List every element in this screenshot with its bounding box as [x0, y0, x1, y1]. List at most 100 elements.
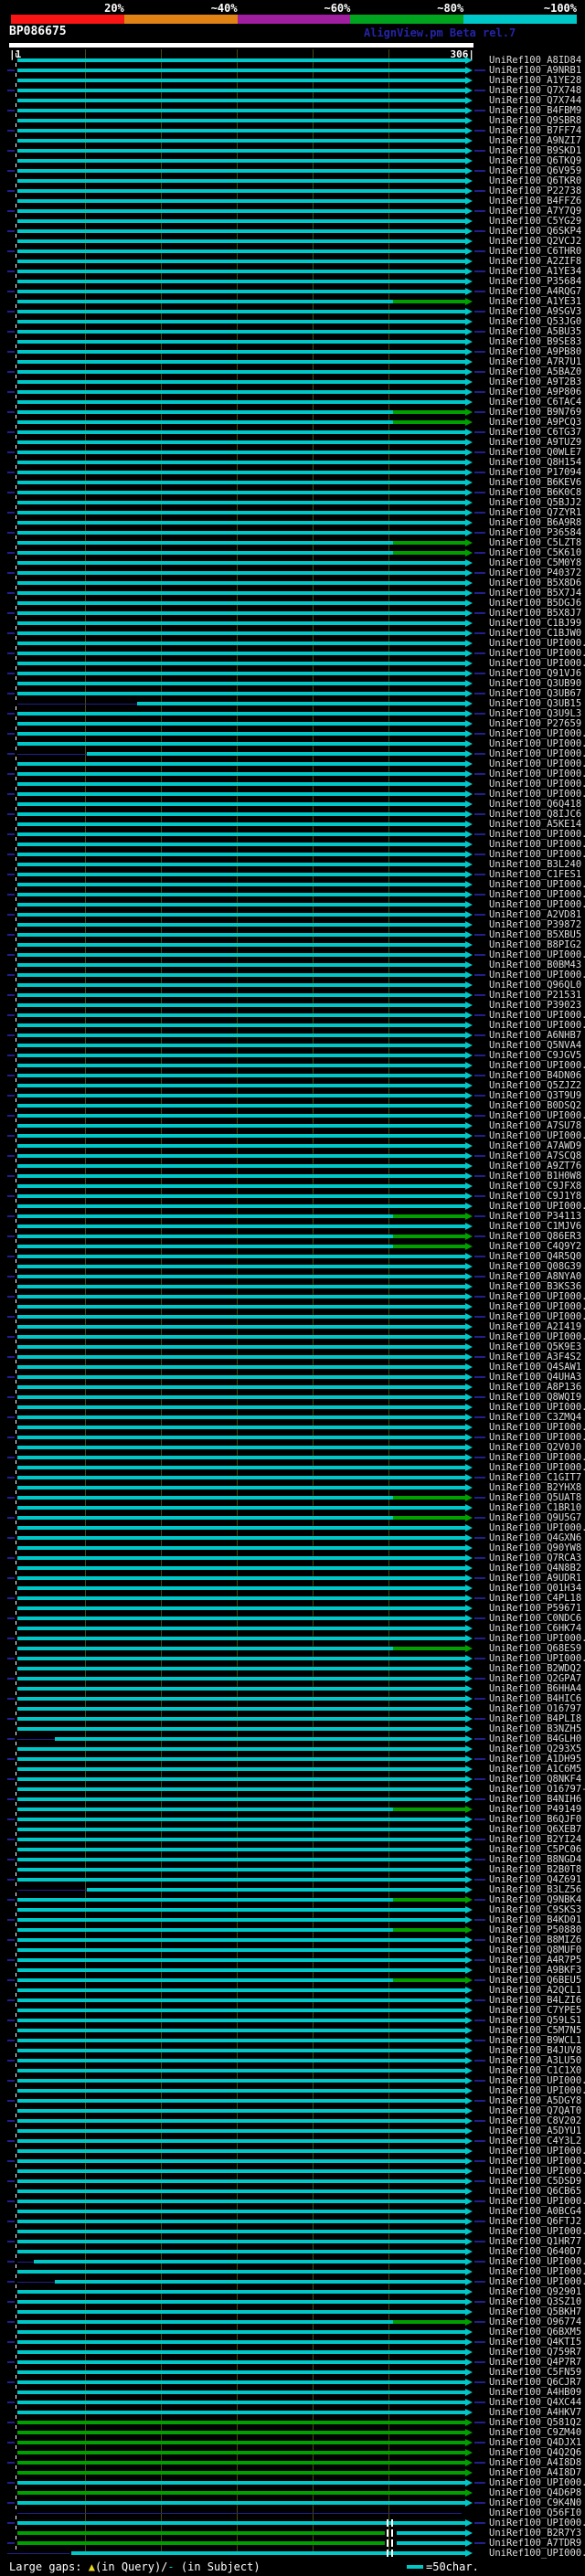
subject-label[interactable]: UniRef100_A5DYU1 — [489, 2126, 585, 2136]
subject-label[interactable]: UniRef100_UPI000.. — [489, 2277, 585, 2287]
hit-bar[interactable] — [17, 2159, 465, 2163]
subject-label[interactable]: UniRef100_B8NGD4 — [489, 1855, 585, 1865]
hit-arrow-icon[interactable] — [465, 318, 473, 325]
hit-bar[interactable] — [17, 903, 465, 906]
hit-arrow-icon[interactable] — [465, 1132, 473, 1140]
hit-bar[interactable] — [17, 1476, 465, 1479]
subject-label[interactable]: UniRef100_A5KE14 — [489, 820, 585, 830]
hit-bar[interactable] — [17, 461, 465, 464]
subject-label[interactable]: UniRef100_C1MJV6 — [489, 1222, 585, 1232]
subject-label[interactable]: UniRef100_Q53JG0 — [489, 317, 585, 327]
hit-bar[interactable] — [17, 1154, 465, 1158]
hit-bar[interactable] — [17, 400, 465, 404]
hit-bar[interactable] — [17, 2491, 465, 2495]
subject-label[interactable]: UniRef100_A9PB80 — [489, 347, 585, 357]
hit-arrow-icon[interactable] — [465, 660, 473, 667]
subject-label[interactable]: UniRef100_Q92901 — [489, 2287, 585, 2297]
hit-bar[interactable] — [17, 2069, 465, 2072]
subject-label[interactable]: UniRef100_Q4N8B2 — [489, 1564, 585, 1574]
subject-label[interactable]: UniRef100_UPI000.. — [489, 850, 585, 860]
hit-bar[interactable] — [17, 682, 465, 685]
hit-arrow-icon[interactable] — [465, 1956, 473, 1964]
subject-label[interactable]: UniRef100_UPI000.. — [489, 840, 585, 850]
hit-bar[interactable] — [17, 993, 465, 997]
subject-label[interactable]: UniRef100_A1DH95 — [489, 1754, 585, 1765]
hit-arrow-icon[interactable] — [465, 2328, 473, 2336]
hit-arrow-icon[interactable] — [465, 2369, 473, 2376]
hit-bar[interactable] — [17, 2019, 465, 2022]
subject-label[interactable]: UniRef100_A2VD81 — [489, 910, 585, 920]
hit-bar[interactable] — [17, 1054, 465, 1057]
subject-label[interactable]: UniRef100_A9T2B3 — [489, 377, 585, 387]
subject-label[interactable]: UniRef100_Q3UB67 — [489, 689, 585, 699]
hit-arrow-icon[interactable] — [465, 1735, 473, 1743]
subject-label[interactable]: UniRef100_P49149 — [489, 1805, 585, 1815]
hit-arrow-icon[interactable] — [465, 2087, 473, 2094]
hit-arrow-icon[interactable] — [465, 2027, 473, 2034]
hit-arrow-icon[interactable] — [465, 2157, 473, 2165]
subject-label[interactable]: UniRef100_P36584 — [489, 528, 585, 538]
hit-bar[interactable] — [17, 541, 393, 545]
hit-bar[interactable] — [17, 440, 465, 444]
hit-bar[interactable] — [17, 1617, 465, 1620]
hit-arrow-icon[interactable] — [465, 1162, 473, 1170]
hit-arrow-icon[interactable] — [465, 650, 473, 657]
hit-bar[interactable] — [17, 943, 465, 947]
hit-bar[interactable] — [17, 1889, 87, 1891]
hit-arrow-icon[interactable] — [465, 720, 473, 727]
subject-label[interactable]: UniRef100_UPI000.. — [489, 1131, 585, 1141]
subject-label[interactable]: UniRef100_Q7RCA3 — [489, 1553, 585, 1564]
subject-label[interactable]: UniRef100_A9NZI7 — [489, 136, 585, 146]
subject-label[interactable]: UniRef100_A4I8D7 — [489, 2468, 585, 2478]
subject-label[interactable]: UniRef100_UPI000.. — [489, 649, 585, 659]
subject-label[interactable]: UniRef100_Q59LS1 — [489, 2016, 585, 2026]
hit-arrow-icon[interactable] — [465, 2298, 473, 2306]
subject-label[interactable]: UniRef100_P39872 — [489, 920, 585, 930]
hit-bar[interactable] — [17, 1858, 465, 1861]
hit-arrow-icon[interactable] — [465, 690, 473, 697]
hit-arrow-icon[interactable] — [465, 740, 473, 747]
hit-arrow-icon[interactable] — [465, 539, 473, 546]
hit-bar[interactable] — [17, 1787, 465, 1791]
hit-arrow-icon[interactable] — [465, 2459, 473, 2466]
subject-label[interactable]: UniRef100_C5K610 — [489, 548, 585, 558]
subject-label[interactable]: UniRef100_Q9U5G7 — [489, 1513, 585, 1523]
hit-bar[interactable] — [17, 2270, 465, 2274]
hit-bar[interactable] — [17, 2220, 465, 2223]
hit-bar[interactable] — [17, 631, 465, 635]
hit-bar[interactable] — [17, 1677, 465, 1680]
subject-label[interactable]: UniRef100_C4Y3L2 — [489, 2136, 585, 2147]
subject-label[interactable]: UniRef100_B6HHA4 — [489, 1684, 585, 1694]
hit-bar[interactable] — [17, 1034, 465, 1037]
hit-bar[interactable] — [17, 1958, 465, 1962]
subject-label[interactable]: UniRef100_UPI000.. — [489, 779, 585, 790]
hit-arrow-icon[interactable] — [465, 670, 473, 677]
subject-label[interactable]: UniRef100_Q0WLE7 — [489, 448, 585, 458]
hit-bar[interactable] — [17, 1516, 393, 1520]
subject-label[interactable]: UniRef100_B5XBU5 — [489, 930, 585, 940]
hit-arrow-icon[interactable] — [465, 800, 473, 808]
hit-arrow-icon[interactable] — [465, 1745, 473, 1753]
hit-arrow-icon[interactable] — [465, 1615, 473, 1622]
hit-bar[interactable] — [17, 1415, 465, 1419]
hit-bar[interactable] — [17, 1707, 465, 1711]
hit-bar[interactable] — [17, 1235, 393, 1238]
subject-label[interactable]: UniRef100_Q7QAT0 — [489, 2106, 585, 2116]
hit-arrow-icon[interactable] — [465, 2258, 473, 2265]
hit-bar[interactable] — [17, 1918, 465, 1922]
hit-bar[interactable] — [17, 953, 465, 957]
hit-arrow-icon[interactable] — [465, 2037, 473, 2044]
hit-bar[interactable] — [17, 2441, 465, 2444]
hit-bar[interactable] — [17, 1245, 393, 1248]
hit-bar[interactable] — [17, 963, 465, 967]
subject-label[interactable]: UniRef100_UPI000.. — [489, 900, 585, 910]
hit-bar[interactable] — [17, 300, 393, 303]
hit-arrow-icon[interactable] — [465, 2419, 473, 2426]
hit-bar[interactable] — [17, 1697, 465, 1701]
hit-arrow-icon[interactable] — [465, 2228, 473, 2235]
hit-arrow-icon[interactable] — [465, 1595, 473, 1602]
hit-arrow-icon[interactable] — [465, 378, 473, 386]
hit-bar[interactable] — [17, 491, 465, 494]
hit-arrow-icon[interactable] — [465, 1283, 473, 1290]
hit-bar[interactable] — [17, 551, 393, 555]
